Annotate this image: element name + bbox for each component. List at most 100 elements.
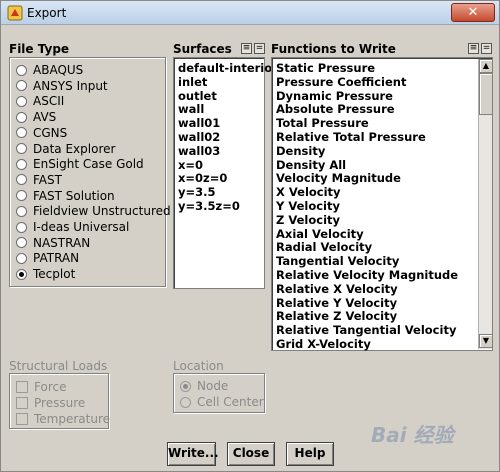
- file-type-option-label: Data Explorer: [33, 141, 116, 156]
- function-list-item[interactable]: Axial Velocity: [276, 227, 364, 241]
- function-list-item[interactable]: Velocity Magnitude: [276, 171, 401, 185]
- surface-list-item[interactable]: wall: [178, 102, 204, 116]
- structural-loads-group: Force Pressure Temperature: [9, 373, 110, 429]
- function-list-item[interactable]: Radial Velocity: [276, 240, 372, 254]
- file-type-option-label: CGNS: [33, 125, 68, 140]
- structural-load-label: Force: [34, 380, 67, 394]
- file-type-option[interactable]: NASTRAN: [16, 235, 90, 251]
- surface-list-item[interactable]: x=0z=0: [178, 171, 227, 185]
- file-type-option[interactable]: Data Explorer: [16, 141, 115, 157]
- location-option: Cell Center: [180, 394, 264, 410]
- surface-list-item[interactable]: wall02: [178, 130, 220, 144]
- file-type-option[interactable]: AVS: [16, 109, 56, 125]
- file-type-option-label: Tecplot: [33, 267, 76, 282]
- surfaces-select-all-button[interactable]: ≡: [241, 43, 252, 54]
- function-list-item[interactable]: Relative Y Velocity: [276, 296, 397, 310]
- file-type-option[interactable]: ABAQUS: [16, 62, 83, 78]
- function-list-item[interactable]: Y Velocity: [276, 199, 340, 213]
- surface-list-item[interactable]: x=0: [178, 158, 203, 172]
- radio-button[interactable]: [16, 221, 27, 233]
- function-list-item[interactable]: Dynamic Pressure: [276, 89, 393, 103]
- location-label: Location: [173, 359, 224, 373]
- help-button[interactable]: Help: [286, 442, 334, 466]
- surface-list-item[interactable]: outlet: [178, 89, 217, 103]
- radio-button[interactable]: [16, 205, 27, 217]
- radio-button[interactable]: [16, 80, 27, 92]
- scroll-down-icon[interactable]: ▼: [479, 334, 493, 348]
- surface-list-item[interactable]: y=3.5z=0: [178, 199, 240, 213]
- function-list-item[interactable]: Total Pressure: [276, 116, 369, 130]
- function-list-item[interactable]: Relative Velocity Magnitude: [276, 268, 458, 282]
- radio-button[interactable]: [16, 127, 27, 139]
- functions-scrollbar[interactable]: ▲ ▼: [478, 59, 493, 349]
- function-list-item[interactable]: Density All: [276, 158, 346, 172]
- function-list-item[interactable]: Pressure Coefficient: [276, 75, 406, 89]
- function-list-item[interactable]: Grid X-Velocity: [276, 337, 371, 351]
- surfaces-deselect-all-button[interactable]: =: [254, 43, 265, 54]
- file-type-option[interactable]: Fieldview Unstructured: [16, 203, 171, 219]
- file-type-option[interactable]: FAST Solution: [16, 188, 115, 204]
- checkbox: [16, 397, 28, 409]
- file-type-option[interactable]: PATRAN: [16, 250, 79, 266]
- file-type-option[interactable]: ANSYS Input: [16, 78, 108, 94]
- function-list-item[interactable]: X Velocity: [276, 185, 341, 199]
- file-type-option-label: ASCII: [33, 94, 65, 109]
- radio-button[interactable]: [16, 95, 27, 107]
- close-button[interactable]: Close: [227, 442, 275, 466]
- function-list-item[interactable]: Relative Total Pressure: [276, 130, 426, 144]
- functions-deselect-all-button[interactable]: =: [481, 43, 492, 54]
- radio-button[interactable]: [16, 158, 27, 170]
- function-list-item[interactable]: Z Velocity: [276, 213, 340, 227]
- functions-listbox[interactable]: Static Pressure Pressure Coefficient Dynam…: [271, 57, 493, 351]
- file-type-option[interactable]: CGNS: [16, 125, 67, 141]
- surface-list-item[interactable]: wall01: [178, 116, 220, 130]
- surface-list-item[interactable]: y=3.5: [178, 185, 216, 199]
- watermark-logo: Bai 经验: [371, 423, 454, 447]
- function-list-item[interactable]: Static Pressure: [276, 61, 375, 75]
- scrollbar-thumb[interactable]: [479, 73, 493, 115]
- function-list-item[interactable]: Relative Z Velocity: [276, 309, 397, 323]
- app-icon: [7, 5, 23, 21]
- file-type-option[interactable]: EnSight Case Gold: [16, 156, 144, 172]
- surfaces-label: Surfaces: [173, 42, 232, 56]
- radio-button[interactable]: [16, 268, 27, 280]
- file-type-option[interactable]: ASCII: [16, 93, 64, 109]
- radio-button[interactable]: [16, 237, 27, 249]
- functions-label: Functions to Write: [271, 42, 396, 56]
- function-list-item[interactable]: Density: [276, 144, 325, 158]
- file-type-option-label: I-deas Universal: [33, 220, 130, 234]
- file-type-group: ABAQUS ANSYS Input ASCII AVS CGNS Data Explor…: [9, 57, 171, 287]
- window-close-button[interactable]: ✕: [451, 3, 495, 22]
- function-list-item[interactable]: Relative Tangential Velocity: [276, 323, 456, 337]
- file-type-option[interactable]: FAST: [16, 172, 62, 188]
- radio-button[interactable]: [16, 111, 27, 123]
- surface-list-item[interactable]: wall03: [178, 144, 220, 158]
- location-option-label: Cell Center: [197, 395, 264, 409]
- export-dialog: Export ✕ File Type ABAQUS ANSYS Input ASCI…: [0, 0, 500, 472]
- file-type-option[interactable]: Tecplot: [16, 266, 75, 282]
- radio-button[interactable]: [16, 143, 27, 154]
- location-group: Node Cell Center: [173, 373, 265, 413]
- functions-select-all-button[interactable]: ≡: [468, 43, 479, 54]
- surface-list-item[interactable]: inlet: [178, 75, 207, 89]
- structural-load-label: Pressure: [34, 396, 86, 410]
- radio-button[interactable]: [16, 252, 27, 264]
- scroll-up-icon[interactable]: ▲: [479, 59, 493, 73]
- file-type-option-label: NASTRAN: [33, 235, 91, 250]
- file-type-option[interactable]: I-deas Universal: [16, 219, 129, 235]
- function-list-item[interactable]: Tangential Velocity: [276, 254, 399, 268]
- structural-load-option: Temperature: [16, 411, 110, 427]
- function-list-item[interactable]: Absolute Pressure: [276, 102, 395, 116]
- location-option: Node: [180, 378, 228, 394]
- function-list-item[interactable]: Relative X Velocity: [276, 282, 398, 296]
- surface-list-item[interactable]: default-interior: [178, 61, 278, 75]
- title-bar[interactable]: Export ✕: [1, 1, 499, 25]
- file-type-label: File Type: [9, 42, 70, 56]
- surfaces-listbox[interactable]: default-interior inlet outlet wall wall01 wal…: [173, 57, 278, 289]
- write-button[interactable]: Write...: [167, 442, 219, 466]
- structural-load-option: Pressure: [16, 395, 85, 411]
- structural-load-option: Force: [16, 379, 66, 395]
- radio-button[interactable]: [16, 64, 27, 76]
- radio-button[interactable]: [16, 190, 27, 202]
- radio-button[interactable]: [16, 174, 27, 186]
